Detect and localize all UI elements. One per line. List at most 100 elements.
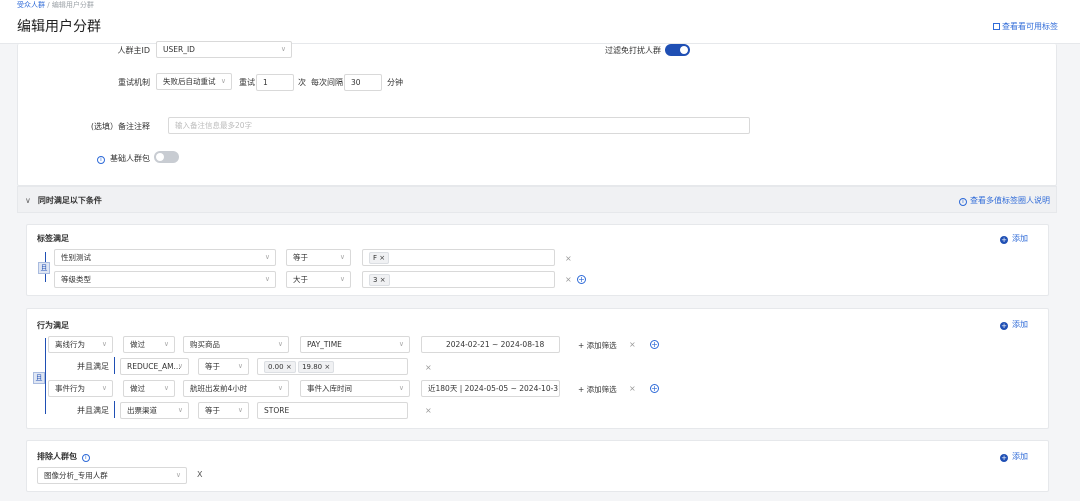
- breadcrumb-current: 编辑用户分群: [51, 1, 94, 9]
- sub-value-input[interactable]: 0.00 × 19.80 ×: [257, 358, 408, 375]
- retry-label: 重试机制: [118, 78, 150, 87]
- chevron-down-icon: ∨: [264, 275, 270, 283]
- page-title: 编辑用户分群: [17, 19, 101, 35]
- remove-row-icon[interactable]: ×: [425, 406, 432, 415]
- tag-op-select[interactable]: 等于 ∨: [286, 249, 351, 266]
- sub-op-select[interactable]: 等于 ∨: [198, 402, 249, 419]
- conditions-header[interactable]: [17, 186, 1057, 213]
- interval-value: 30: [351, 78, 361, 87]
- multi-value-help-link[interactable]: i 查看多值标签圈人说明: [959, 195, 1050, 206]
- info-icon[interactable]: i: [81, 454, 90, 462]
- help-link-text: 查看多值标签圈人说明: [970, 196, 1050, 205]
- behavior-time-field-select[interactable]: 事件入库时间 ∨: [300, 380, 410, 397]
- behavior-add-button[interactable]: + 添加: [1000, 319, 1028, 330]
- note-input[interactable]: 输入备注信息最多20字: [168, 117, 750, 134]
- behavior-did-select[interactable]: 做过 ∨: [123, 336, 175, 353]
- base-label: i 基础人群包: [97, 153, 150, 164]
- exclude-section: [26, 440, 1049, 492]
- tag-close-icon[interactable]: ×: [380, 276, 386, 284]
- info-icon[interactable]: i: [97, 156, 105, 164]
- behavior-type-select[interactable]: 事件行为 ∨: [48, 380, 113, 397]
- exclude-add-label: 添加: [1012, 452, 1028, 461]
- add-row-plus-icon[interactable]: +: [650, 340, 659, 349]
- add-row-plus-icon[interactable]: +: [650, 384, 659, 393]
- tag-close-icon[interactable]: ×: [379, 254, 385, 262]
- interval-unit: 分钟: [387, 78, 403, 87]
- retry-text: 重试: [239, 78, 255, 87]
- chevron-down-icon: ∨: [277, 384, 283, 392]
- exclude-title-text: 排除人群包: [37, 452, 77, 461]
- behavior-event-select[interactable]: 航班出发前4小时 ∨: [183, 380, 289, 397]
- behavior-did-select[interactable]: 做过 ∨: [123, 380, 175, 397]
- filter-toggle[interactable]: [665, 44, 690, 56]
- chevron-down-icon: ∨: [101, 340, 107, 348]
- sub-condition-label: 并且满足: [77, 362, 109, 371]
- retry-mode-select[interactable]: 失败后自动重试 ∨: [156, 73, 232, 90]
- plus-icon: +: [1000, 236, 1008, 244]
- view-tags-label: 查看看可用标签: [1002, 22, 1058, 31]
- retry-count-input[interactable]: 1: [256, 74, 294, 91]
- exclude-section-title: 排除人群包 i: [37, 451, 90, 462]
- sub-condition-label: 并且满足: [77, 406, 109, 415]
- date-range-picker[interactable]: 2024-02-21 ~ 2024-08-18: [421, 336, 560, 353]
- tag-field-select[interactable]: 性别测试 ∨: [54, 249, 276, 266]
- remove-row-icon[interactable]: ×: [425, 363, 432, 372]
- tag-value-input[interactable]: 3 ×: [362, 271, 555, 288]
- conditions-title[interactable]: ∨ 同时满足以下条件: [25, 195, 102, 206]
- sub-connector: [114, 357, 115, 374]
- id-select[interactable]: USER_ID ∨: [156, 41, 292, 58]
- view-tags-link[interactable]: 查看看可用标签: [993, 21, 1058, 32]
- remove-row-icon[interactable]: ×: [565, 275, 572, 284]
- chevron-down-icon: ∨: [280, 45, 286, 53]
- add-row-plus-icon[interactable]: +: [577, 275, 586, 284]
- chevron-down-icon: ∨: [398, 340, 404, 348]
- plus-icon: +: [1000, 322, 1008, 330]
- tag-value-input[interactable]: F ×: [362, 249, 555, 266]
- remove-row-icon[interactable]: ×: [629, 340, 636, 349]
- breadcrumb-root[interactable]: 受众人群: [17, 1, 45, 9]
- base-toggle[interactable]: [154, 151, 179, 163]
- sub-value-input[interactable]: STORE: [257, 402, 408, 419]
- behavior-type-select[interactable]: 离线行为 ∨: [48, 336, 113, 353]
- id-label: 人群主ID: [117, 46, 150, 55]
- exclude-group-select[interactable]: 图像分析_专用人群 ∨: [37, 467, 187, 484]
- behavior-time-field-select[interactable]: PAY_TIME ∨: [300, 336, 410, 353]
- retry-count-value: 1: [263, 78, 268, 87]
- chevron-down-icon: ∨: [177, 362, 183, 370]
- and-badge[interactable]: 且: [33, 372, 45, 384]
- tag-field-value: 性别测试: [61, 253, 91, 262]
- date-range-picker[interactable]: 近180天 | 2024-05-05 ~ 2024-10-31: [421, 380, 560, 397]
- tag-close-icon[interactable]: ×: [324, 363, 330, 371]
- chevron-down-icon: ∨: [177, 406, 183, 414]
- remove-row-icon[interactable]: ×: [629, 384, 636, 393]
- tag-add-button[interactable]: + 添加: [1000, 233, 1028, 244]
- sub-field-select[interactable]: REDUCE_AM... ∨: [120, 358, 189, 375]
- chevron-down-icon: ∨: [339, 253, 345, 261]
- exclude-add-button[interactable]: + 添加: [1000, 451, 1028, 462]
- add-filter-button[interactable]: + 添加筛选: [578, 340, 617, 351]
- tag-op-select[interactable]: 大于 ∨: [286, 271, 351, 288]
- value-tag: 3 ×: [369, 274, 390, 286]
- note-label: (选填）备注注释: [90, 122, 150, 131]
- chevron-down-icon: ∨: [237, 406, 243, 414]
- tag-field-select[interactable]: 等级类型 ∨: [54, 271, 276, 288]
- add-filter-button[interactable]: + 添加筛选: [578, 384, 617, 395]
- retry-unit: 次: [298, 78, 306, 87]
- chevron-down-icon: ∨: [398, 384, 404, 392]
- behavior-event-select[interactable]: 购买商品 ∨: [183, 336, 289, 353]
- behavior-add-label: 添加: [1012, 320, 1028, 329]
- and-badge[interactable]: 且: [38, 262, 50, 274]
- list-icon: [993, 23, 1000, 30]
- chevron-down-icon: ∨: [277, 340, 283, 348]
- retry-mode-value: 失败后自动重试: [163, 77, 216, 86]
- tag-section-title: 标签满足: [37, 234, 69, 243]
- sub-field-select[interactable]: 出票渠道 ∨: [120, 402, 189, 419]
- remove-group-icon[interactable]: X: [197, 470, 202, 479]
- id-select-value: USER_ID: [163, 45, 195, 54]
- remove-row-icon[interactable]: ×: [565, 254, 572, 263]
- chevron-down-icon: ∨: [339, 275, 345, 283]
- tag-close-icon[interactable]: ×: [286, 363, 292, 371]
- sub-op-select[interactable]: 等于 ∨: [198, 358, 249, 375]
- interval-input[interactable]: 30: [344, 74, 382, 91]
- chevron-down-icon: ∨: [220, 77, 226, 85]
